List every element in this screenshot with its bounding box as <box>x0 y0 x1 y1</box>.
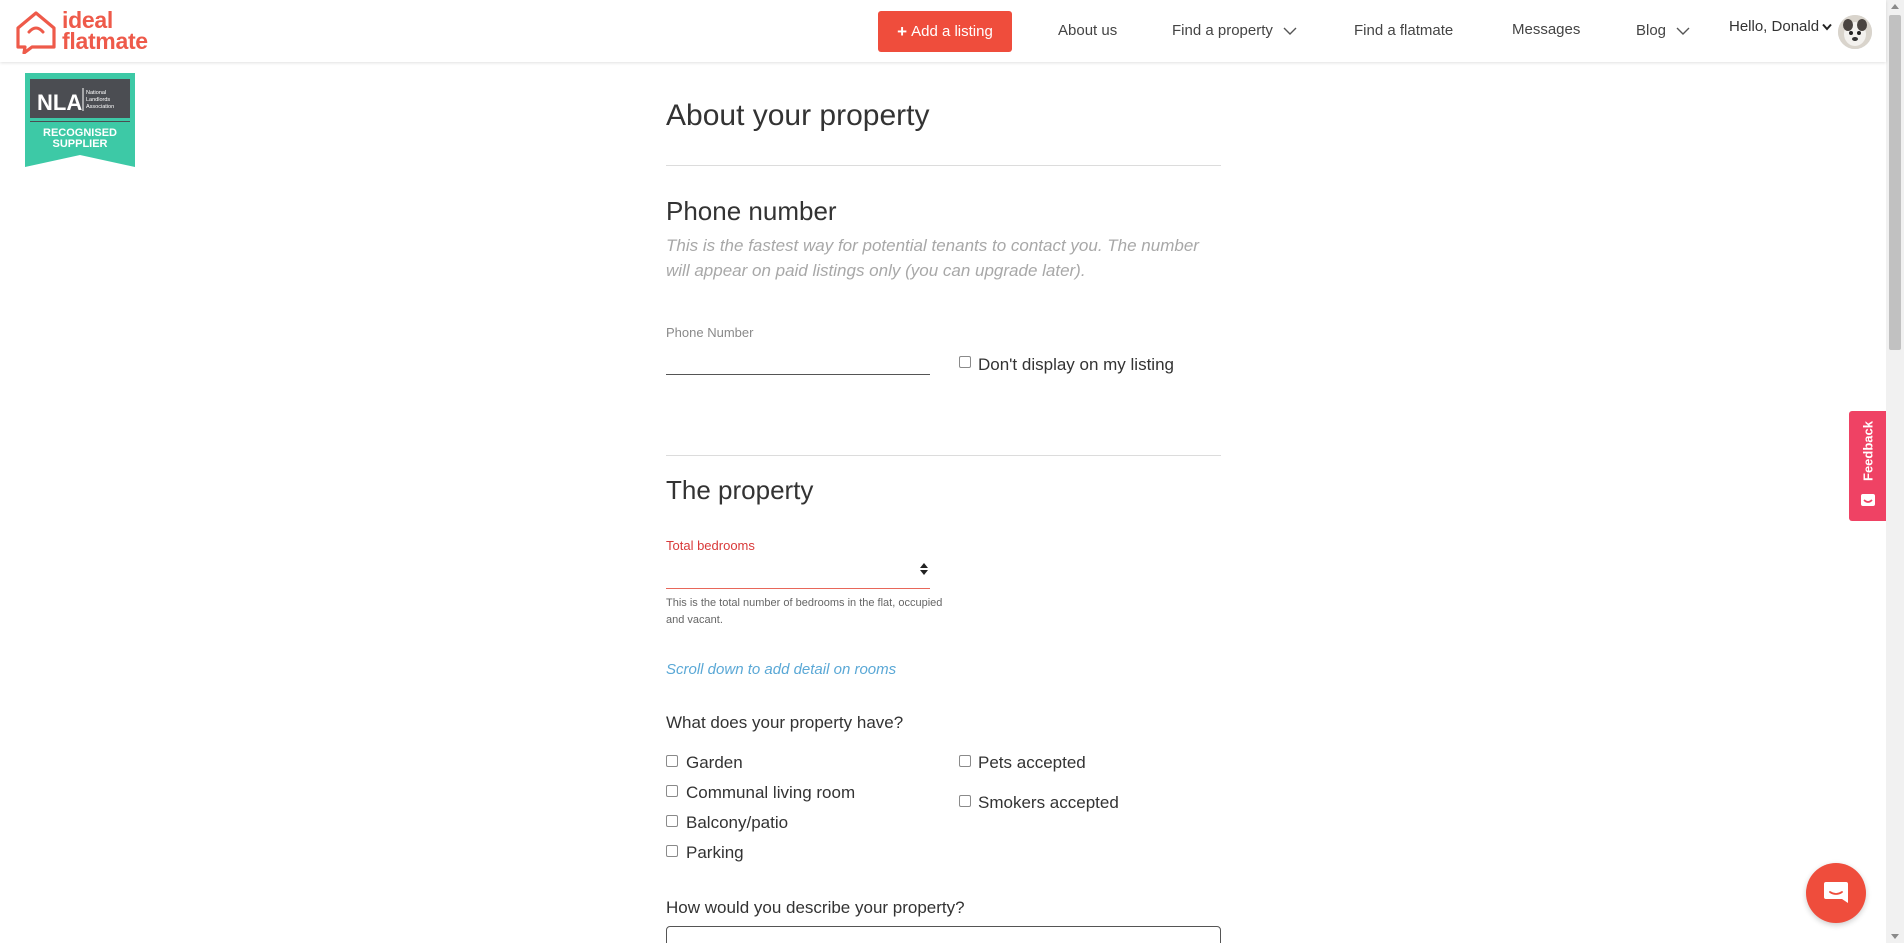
badge-line2: SUPPLIER <box>52 138 107 150</box>
add-listing-label: Add a listing <box>911 23 993 40</box>
total-bedrooms-label: Total bedrooms <box>666 538 755 553</box>
hide-phone-checkbox[interactable] <box>959 356 971 368</box>
property-section-heading: The property <box>666 475 814 505</box>
phone-number-underline <box>666 374 930 375</box>
garden-checkbox[interactable] <box>666 755 678 767</box>
caret-down-icon <box>1822 23 1832 31</box>
parking-label: Parking <box>686 843 744 862</box>
divider <box>666 165 1221 166</box>
scroll-up-arrow-icon[interactable] <box>1891 4 1899 9</box>
select-arrows-icon <box>920 563 928 575</box>
user-menu[interactable]: Hello, Donald <box>1729 18 1832 35</box>
nav-about-us[interactable]: About us <box>1058 22 1117 39</box>
svg-text:Association: Association <box>86 104 114 110</box>
chat-bubble-icon <box>1824 882 1848 903</box>
communal-living-room-label: Communal living room <box>686 783 856 802</box>
describe-property-textarea[interactable] <box>666 926 1221 943</box>
user-greeting: Hello, Donald <box>1729 18 1820 35</box>
phone-number-input[interactable] <box>666 340 930 374</box>
nav-find-flatmate[interactable]: Find a flatmate <box>1354 22 1453 39</box>
total-bedrooms-underline <box>666 588 930 589</box>
chat-launcher-button[interactable] <box>1806 863 1866 923</box>
nav-find-flatmate-label: Find a flatmate <box>1354 22 1454 39</box>
scroll-to-rooms-link[interactable]: Scroll down to add detail on rooms <box>666 661 896 678</box>
phone-section-heading: Phone number <box>666 196 837 226</box>
add-listing-button[interactable]: + Add a listing <box>878 11 1012 52</box>
divider <box>666 455 1221 456</box>
feedback-icon <box>1861 494 1875 506</box>
phone-section-intro: This is the fastest way for potential te… <box>666 236 1199 280</box>
nav-blog-label: Blog <box>1636 22 1667 39</box>
svg-text:National: National <box>86 90 106 96</box>
logo-text-flatmate: flatmate <box>62 28 148 54</box>
feedback-label: Feedback <box>1860 421 1876 481</box>
nav-messages[interactable]: Messages <box>1512 21 1580 38</box>
nav-find-property[interactable]: Find a property <box>1172 22 1297 39</box>
describe-property-question: How would you describe your property? <box>666 898 965 917</box>
nla-text: NLA <box>37 90 82 115</box>
top-navbar: ideal flatmate + Add a listing About us … <box>0 0 1886 62</box>
smokers-accepted-label: Smokers accepted <box>978 793 1119 812</box>
smokers-accepted-checkbox[interactable] <box>959 795 971 807</box>
ideal-flatmate-logo[interactable]: ideal flatmate <box>14 8 148 54</box>
feedback-tab[interactable]: Feedback <box>1849 411 1887 521</box>
svg-text:Landlords: Landlords <box>86 97 110 103</box>
nav-messages-label: Messages <box>1512 21 1581 38</box>
phone-number-label: Phone Number <box>666 325 754 340</box>
avatar[interactable] <box>1838 15 1872 49</box>
page-title: About your property <box>666 99 930 132</box>
pets-accepted-label: Pets accepted <box>978 753 1086 772</box>
dog-avatar-icon <box>1838 15 1872 49</box>
nla-recognised-supplier-badge[interactable]: NLA National Landlords Association RECOG… <box>25 73 135 167</box>
pets-accepted-checkbox[interactable] <box>959 755 971 767</box>
chevron-down-icon <box>1676 27 1690 35</box>
nav-blog[interactable]: Blog <box>1636 22 1690 39</box>
house-chat-logo-icon <box>16 11 56 54</box>
amenities-question: What does your property have? <box>666 713 904 732</box>
hide-phone-label: Don't display on my listing <box>978 355 1174 374</box>
nav-about-us-label: About us <box>1058 22 1118 39</box>
balcony-patio-label: Balcony/patio <box>686 813 789 832</box>
plus-icon: + <box>897 21 908 41</box>
page-scrollbar[interactable] <box>1886 0 1904 943</box>
nav-find-property-label: Find a property <box>1172 22 1273 39</box>
chevron-down-icon <box>1283 27 1297 35</box>
balcony-patio-checkbox[interactable] <box>666 815 678 827</box>
garden-label: Garden <box>686 753 743 772</box>
scroll-down-arrow-icon[interactable] <box>1891 934 1899 939</box>
total-bedrooms-select[interactable] <box>666 555 930 588</box>
scrollbar-thumb[interactable] <box>1889 15 1901 350</box>
communal-living-room-checkbox[interactable] <box>666 785 678 797</box>
total-bedrooms-help: This is the total number of bedrooms in … <box>666 597 943 626</box>
parking-checkbox[interactable] <box>666 845 678 857</box>
